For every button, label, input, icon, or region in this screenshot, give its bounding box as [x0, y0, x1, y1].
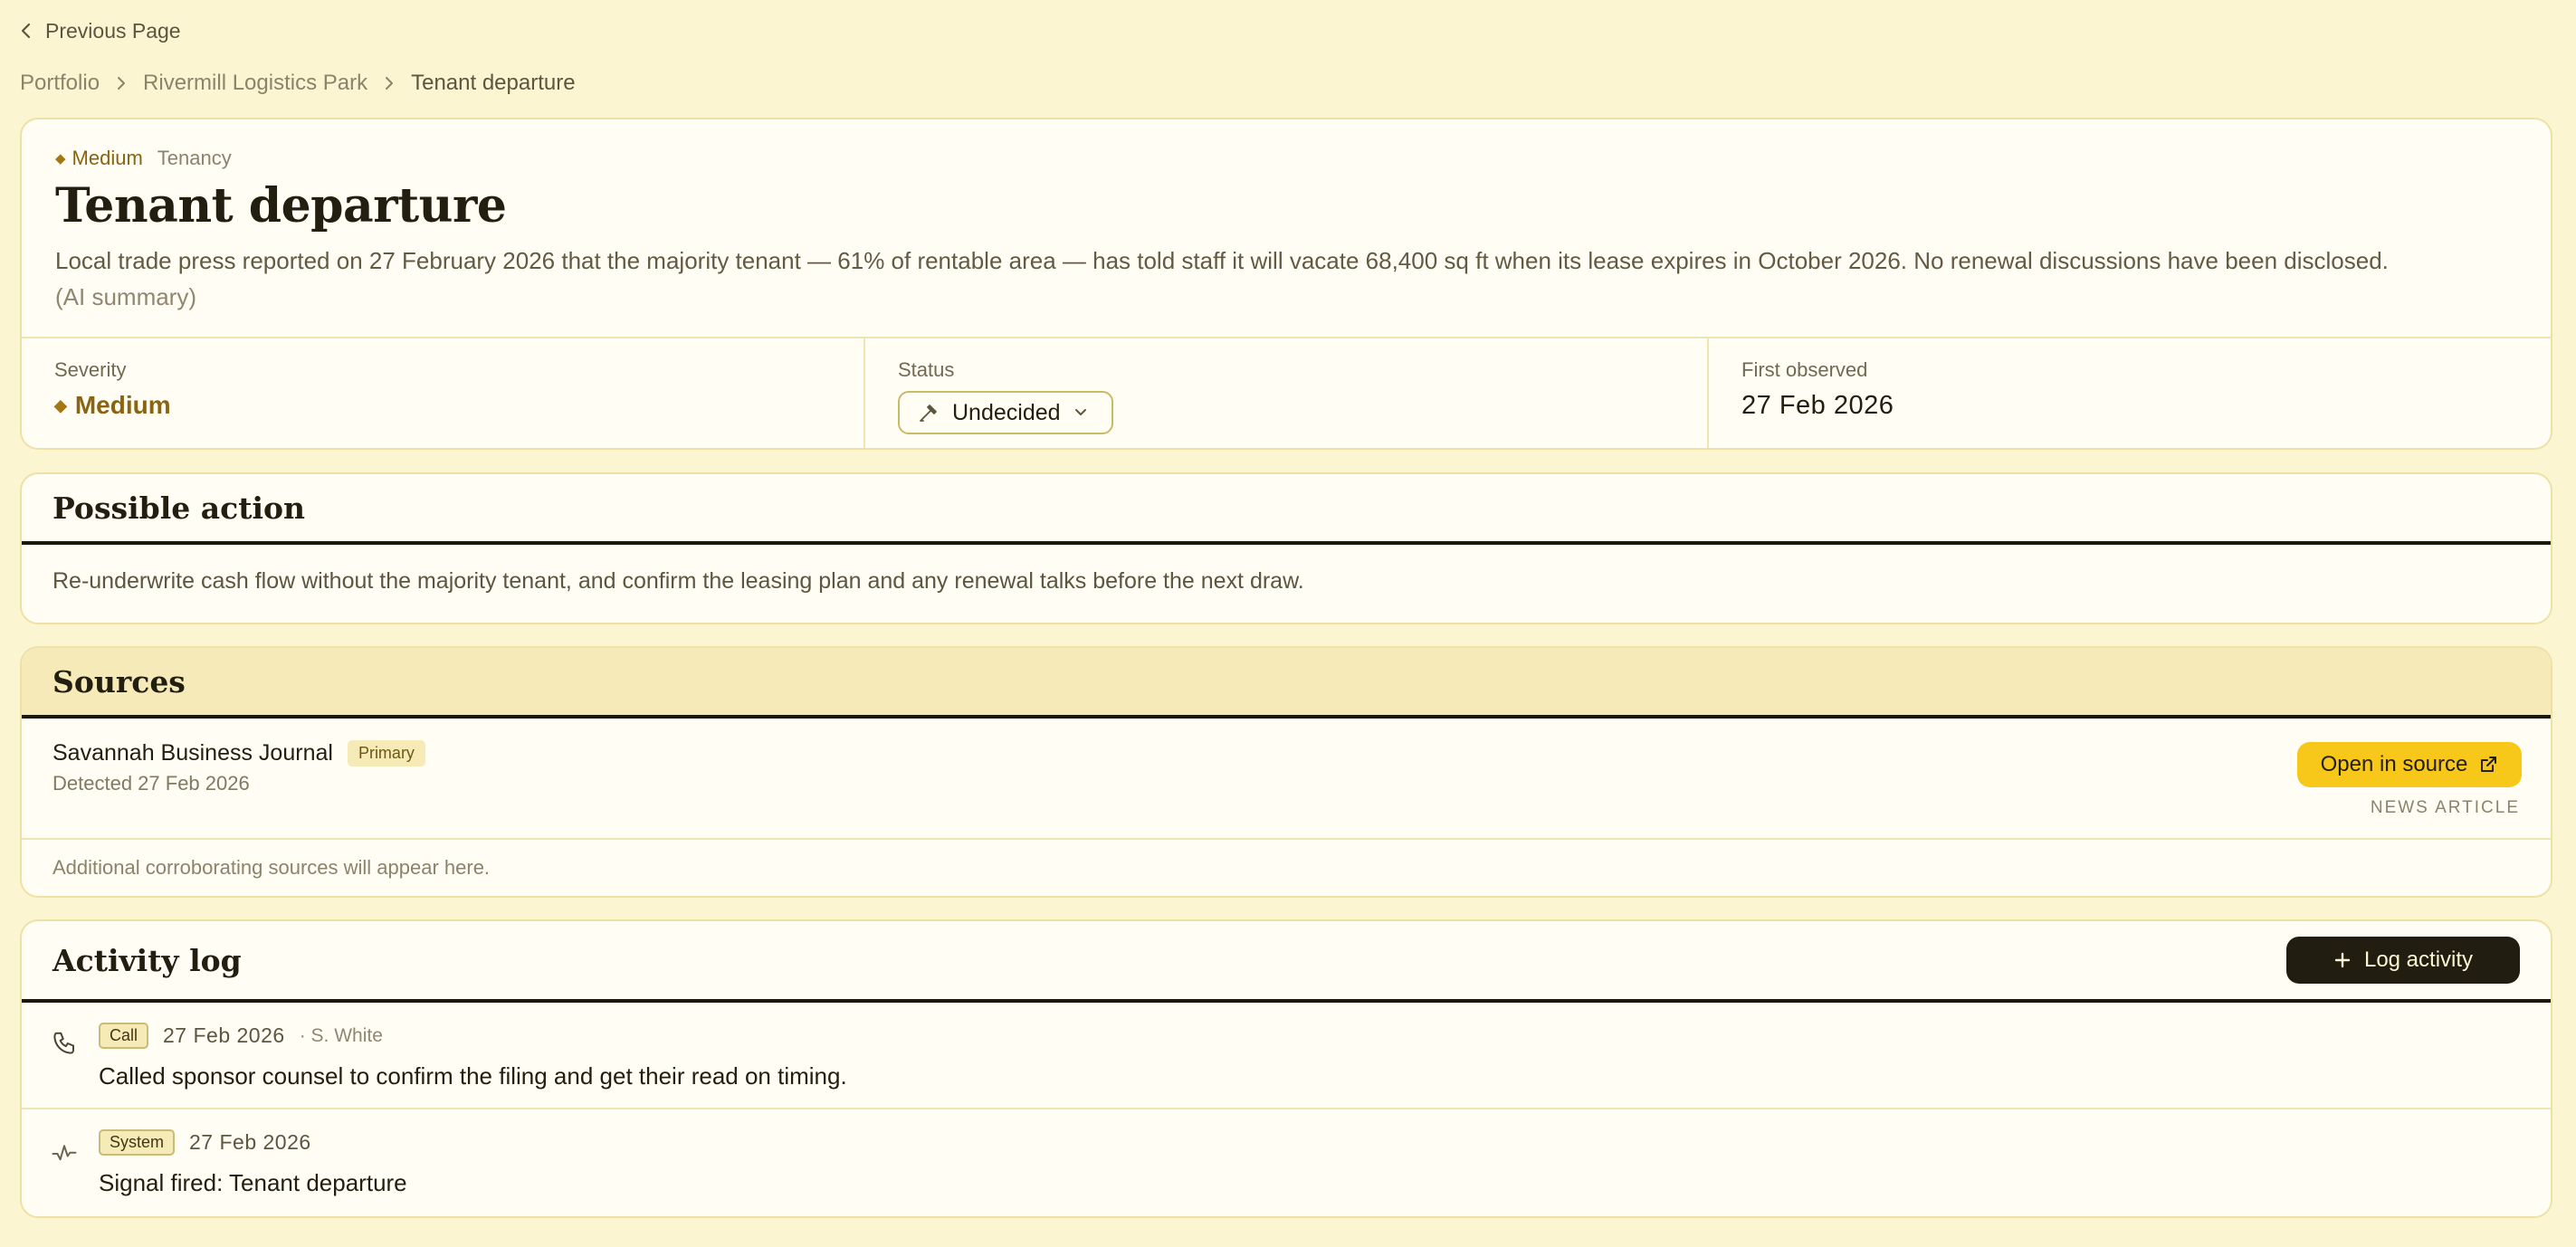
log-activity-button[interactable]: Log activity	[2286, 937, 2520, 984]
breadcrumb-property[interactable]: Rivermill Logistics Park	[143, 71, 367, 96]
diamond-icon: ◆	[55, 151, 66, 167]
source-kind: NEWS ARTICLE	[2370, 798, 2520, 817]
activity-type-badge: Call	[99, 1023, 149, 1049]
chevron-down-icon	[1073, 407, 1088, 418]
source-item: Savannah Business Journal Primary Detect…	[22, 719, 2551, 840]
ai-summary-note: (AI summary)	[55, 283, 196, 310]
source-name[interactable]: Savannah Business Journal	[52, 740, 333, 766]
activity-log-heading: Activity log	[52, 942, 242, 978]
activity-author: · S. White	[299, 1024, 383, 1046]
plus-icon	[2333, 951, 2352, 969]
signal-summary: Local trade press reported on 27 Februar…	[55, 243, 2516, 315]
pulse-icon	[51, 1140, 78, 1167]
breadcrumb-portfolio[interactable]: Portfolio	[20, 71, 100, 96]
open-in-source-button[interactable]: Open in source	[2297, 742, 2522, 787]
possible-action-text: Re-underwrite cash flow without the majo…	[52, 568, 1304, 594]
source-detected-date: Detected 27 Feb 2026	[52, 772, 250, 795]
possible-action-heading: Possible action	[52, 490, 305, 526]
breadcrumb-current: Tenant departure	[411, 71, 576, 95]
sources-heading: Sources	[52, 663, 186, 700]
first-observed-label: First observed	[1741, 358, 1868, 381]
severity-tag: ◆ Medium	[55, 147, 143, 170]
previous-page-label: Previous Page	[45, 18, 181, 43]
breadcrumb: Portfolio Rivermill Logistics Park Tenan…	[20, 67, 576, 100]
status-label: Status	[898, 358, 955, 381]
first-observed-value: 27 Feb 2026	[1741, 391, 1894, 420]
activity-log-card: Activity log Log activity Call 27 Feb 20…	[20, 919, 2552, 1218]
sources-card: Sources Savannah Business Journal Primar…	[20, 646, 2552, 898]
activity-date: 27 Feb 2026	[163, 1023, 285, 1047]
signal-header-card: ◆ Medium Tenancy Tenant departure Local …	[20, 118, 2552, 450]
previous-page-link[interactable]: Previous Page	[20, 14, 181, 47]
status-value: Undecided	[952, 399, 1061, 425]
status-dropdown[interactable]: Undecided	[898, 391, 1113, 434]
category-tag: Tenancy	[157, 147, 232, 169]
first-observed-stat: First observed 27 Feb 2026	[1709, 338, 2551, 448]
activity-text: Signal fired: Tenant departure	[99, 1169, 407, 1196]
severity-tag-label: Medium	[72, 147, 143, 169]
activity-text: Called sponsor counsel to confirm the fi…	[99, 1062, 847, 1090]
log-activity-label: Log activity	[2363, 947, 2474, 972]
severity-value: Medium	[74, 391, 171, 419]
gavel-icon	[918, 402, 940, 424]
severity-stat: Severity ◆ Medium	[22, 338, 865, 448]
primary-badge: Primary	[347, 740, 425, 766]
phone-icon	[51, 1030, 78, 1057]
chevron-left-icon	[20, 22, 33, 40]
possible-action-card: Possible action Re-underwrite cash flow …	[20, 472, 2552, 624]
activity-date: 27 Feb 2026	[189, 1130, 311, 1154]
chevron-right-icon	[116, 75, 127, 91]
chevron-right-icon	[384, 75, 395, 91]
open-in-source-label: Open in source	[2320, 752, 2468, 776]
activity-type-badge: System	[99, 1129, 176, 1156]
severity-label: Severity	[54, 358, 127, 381]
external-link-icon	[2478, 755, 2498, 775]
summary-text: Local trade press reported on 27 Februar…	[55, 247, 2389, 274]
activity-item: Call 27 Feb 2026 · S. White Called spons…	[22, 1003, 2551, 1109]
page-title: Tenant departure	[55, 178, 507, 233]
status-stat: Status Undecided	[865, 338, 1709, 448]
signal-stats: Severity ◆ Medium Status Undecided First…	[22, 337, 2551, 448]
diamond-icon: ◆	[54, 395, 67, 414]
sources-note: Additional corroborating sources will ap…	[52, 856, 491, 879]
activity-item: System 27 Feb 2026 Signal fired: Tenant …	[22, 1109, 2551, 1216]
